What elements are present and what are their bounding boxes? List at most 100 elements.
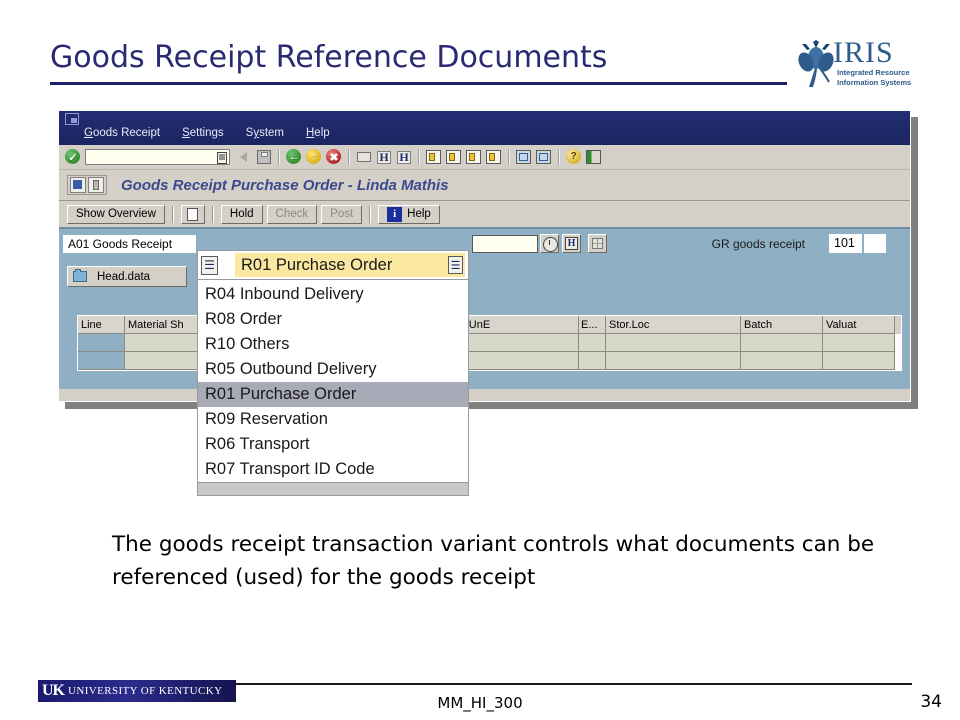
- toolbar-divider: [278, 149, 280, 165]
- toolbar-divider: [558, 149, 560, 165]
- sap-application-toolbar: Show Overview Hold Check Post i Help: [59, 201, 910, 229]
- new-window-icon[interactable]: [515, 148, 533, 166]
- course-code: MM_HI_300: [437, 694, 523, 712]
- dropdown-option[interactable]: R10 Others: [198, 332, 468, 357]
- dropdown-selected-value[interactable]: R01 Purchase Order ☰: [235, 253, 465, 277]
- sap-menu-bar: Goods Receipt Settings System Help: [59, 111, 910, 145]
- button-divider: [171, 205, 174, 223]
- show-overview-button[interactable]: Show Overview: [67, 204, 165, 224]
- help-icon[interactable]: ?: [565, 148, 583, 166]
- help-button-label: Help: [407, 208, 431, 220]
- dropdown-option[interactable]: R01 Purchase Order: [198, 382, 468, 407]
- toolbar-divider: [418, 149, 420, 165]
- reference-document-field[interactable]: [472, 235, 538, 253]
- dropdown-list-icon[interactable]: ☰: [201, 255, 218, 275]
- toolbar-divider: [348, 149, 350, 165]
- transaction-icon[interactable]: [70, 177, 86, 193]
- help-button[interactable]: i Help: [378, 204, 440, 224]
- document-page-icon: [187, 207, 199, 221]
- sap-window-title: Goods Receipt Purchase Order - Linda Mat…: [121, 176, 449, 194]
- first-page-icon[interactable]: [425, 148, 443, 166]
- yellow-up-icon[interactable]: ↑: [305, 148, 323, 166]
- head-data-button[interactable]: Head.data: [67, 266, 187, 287]
- previous-page-icon[interactable]: [445, 148, 463, 166]
- folder-icon: [73, 269, 87, 282]
- movement-type-label: GR goods receipt: [711, 237, 805, 251]
- iris-logo: IRIS Integrated Resource Information Sys…: [795, 38, 917, 94]
- page-title: Goods Receipt Reference Documents: [50, 40, 608, 75]
- search-help-button[interactable]: H: [562, 234, 581, 253]
- menu-item-system[interactable]: System: [243, 126, 287, 140]
- menu-item-help[interactable]: Help: [303, 126, 333, 140]
- title-underline: [50, 82, 787, 85]
- dropdown-option[interactable]: R09 Reservation: [198, 407, 468, 432]
- table-cell[interactable]: [823, 334, 895, 352]
- iris-wordmark: IRIS: [833, 36, 894, 69]
- green-back-icon[interactable]: ←: [285, 148, 303, 166]
- dropdown-option[interactable]: R05 Outbound Delivery: [198, 357, 468, 382]
- dropdown-value-help-icon[interactable]: ☰: [448, 256, 463, 274]
- iris-flower-icon: [798, 40, 834, 87]
- movement-type-value-secondary[interactable]: [864, 234, 886, 253]
- menu-item-goods-receipt[interactable]: Goods Receipt: [81, 126, 163, 140]
- next-page-icon[interactable]: [465, 148, 483, 166]
- sap-title-bar: Goods Receipt Purchase Order - Linda Mat…: [59, 170, 910, 201]
- table-cell[interactable]: [823, 352, 895, 370]
- page-number: 34: [920, 692, 942, 712]
- dropdown-option[interactable]: R07 Transport ID Code: [198, 457, 468, 482]
- reference-document-dropdown[interactable]: ☰ R01 Purchase Order ☰ R04 Inbound Deliv…: [197, 250, 469, 496]
- button-divider: [211, 205, 214, 223]
- table-cell[interactable]: [579, 334, 606, 352]
- layout-menu-icon[interactable]: [585, 148, 603, 166]
- table-cell[interactable]: [741, 352, 823, 370]
- table-cell[interactable]: [606, 334, 741, 352]
- title-icon-group: [67, 175, 107, 195]
- toolbar-divider: [508, 149, 510, 165]
- red-exit-icon[interactable]: ✖: [325, 148, 343, 166]
- sap-toolbar: ✓ ← ↑ ✖ H H ?: [59, 145, 910, 170]
- hold-button[interactable]: Hold: [220, 204, 263, 224]
- table-column-header[interactable]: Stor.Loc: [606, 316, 741, 334]
- table-cell[interactable]: [606, 352, 741, 370]
- save-icon[interactable]: [255, 148, 273, 166]
- last-page-icon[interactable]: [485, 148, 503, 166]
- table-column-header[interactable]: Batch: [741, 316, 823, 334]
- button-divider: [369, 205, 372, 223]
- table-cell[interactable]: [741, 334, 823, 352]
- dropdown-option[interactable]: R06 Transport: [198, 432, 468, 457]
- sap-application-window: Goods Receipt Settings System Help ✓ ← ↑…: [58, 110, 911, 402]
- dropdown-list-icon[interactable]: [217, 151, 227, 164]
- back-arrow-icon[interactable]: [235, 148, 253, 166]
- table-cell[interactable]: [579, 352, 606, 370]
- table-column-header[interactable]: Line: [78, 316, 125, 334]
- command-field[interactable]: [85, 149, 230, 165]
- info-icon: i: [387, 206, 403, 222]
- grid-view-button[interactable]: [588, 234, 607, 253]
- footer-divider: [222, 683, 912, 685]
- check-button: Check: [266, 204, 318, 224]
- post-button: Post: [321, 204, 363, 224]
- dropdown-option[interactable]: R04 Inbound Delivery: [198, 282, 468, 307]
- dropdown-option[interactable]: R08 Order: [198, 307, 468, 332]
- table-cell[interactable]: [78, 334, 125, 352]
- table-column-header[interactable]: Valuat: [823, 316, 895, 334]
- movement-type-value[interactable]: 101: [829, 234, 862, 253]
- find-next-icon[interactable]: H: [395, 148, 413, 166]
- new-document-button[interactable]: [180, 204, 205, 224]
- action-field[interactable]: A01 Goods Receipt: [63, 235, 196, 253]
- system-menu-icon[interactable]: [65, 113, 79, 125]
- slide-body-text: The goods receipt transaction variant co…: [112, 532, 875, 590]
- find-icon[interactable]: H: [375, 148, 393, 166]
- table-cell[interactable]: [78, 352, 125, 370]
- create-session-icon[interactable]: [535, 148, 553, 166]
- table-column-header[interactable]: E...: [579, 316, 606, 334]
- dropdown-selected-text: R01 Purchase Order: [241, 255, 393, 274]
- menu-item-settings[interactable]: Settings: [179, 126, 227, 140]
- print-icon[interactable]: [355, 148, 373, 166]
- dropdown-header[interactable]: ☰ R01 Purchase Order ☰: [197, 250, 469, 279]
- date-picker-button[interactable]: [540, 234, 559, 253]
- enter-green-check-icon[interactable]: ✓: [64, 148, 82, 166]
- document-icon[interactable]: [88, 177, 104, 193]
- dropdown-option-list[interactable]: R04 Inbound Delivery R08 Order R10 Others R…: [197, 279, 469, 483]
- head-data-label: Head.data: [97, 270, 151, 283]
